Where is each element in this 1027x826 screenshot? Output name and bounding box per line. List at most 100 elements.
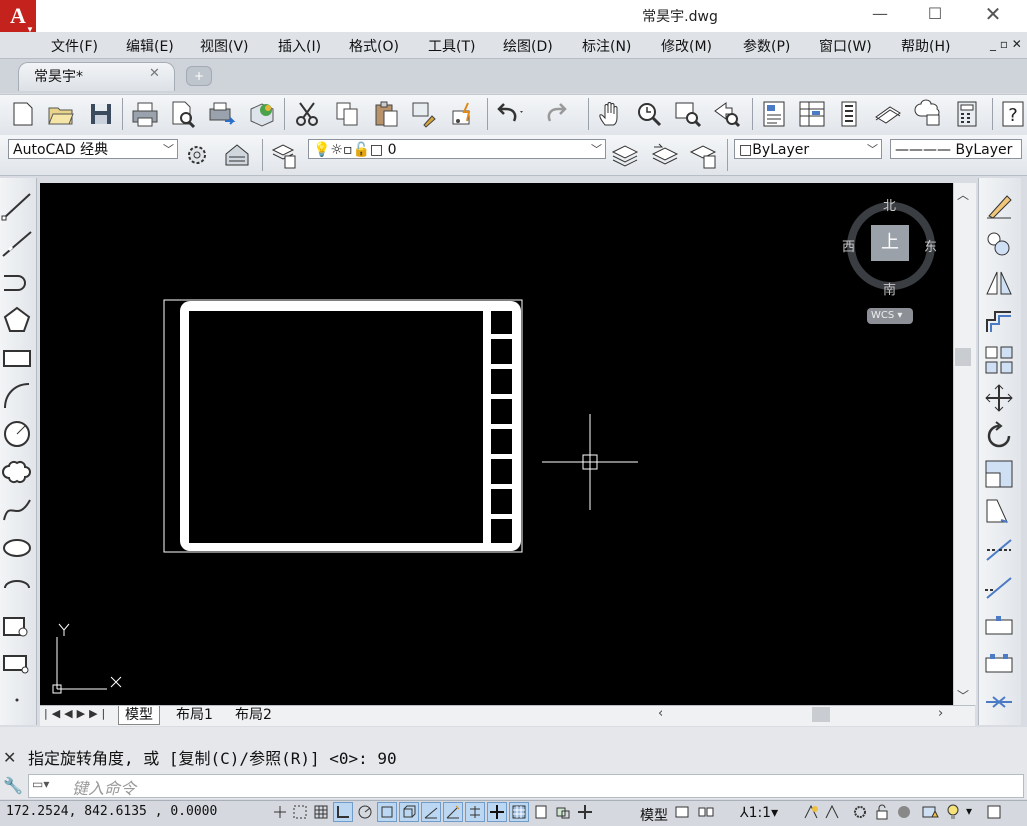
- make-block-tool[interactable]: [1, 646, 33, 678]
- close-button[interactable]: ✕: [968, 0, 1018, 30]
- command-input[interactable]: [28, 774, 1024, 798]
- quick-properties-toggle[interactable]: [531, 802, 551, 822]
- join-tool[interactable]: [983, 686, 1015, 718]
- publish-button[interactable]: [207, 99, 237, 129]
- layer-state-button[interactable]: [688, 140, 718, 170]
- 3d-dwf-button[interactable]: [247, 99, 277, 129]
- compass-west[interactable]: 西: [842, 236, 855, 255]
- menu-parameter[interactable]: 参数(P): [743, 36, 790, 56]
- grid-toggle[interactable]: [311, 802, 331, 822]
- ellipse-tool[interactable]: [1, 532, 33, 564]
- snap-mode-toggle[interactable]: [290, 802, 310, 822]
- scale-tool[interactable]: [983, 458, 1015, 490]
- horizontal-scroll-thumb[interactable]: [812, 707, 830, 722]
- menu-modify[interactable]: 修改(M): [661, 36, 712, 56]
- menu-draw[interactable]: 绘图(D): [503, 36, 553, 56]
- trim-tool[interactable]: [983, 534, 1015, 566]
- compass-north[interactable]: 北: [883, 195, 896, 214]
- annotation-monitor-toggle[interactable]: [575, 802, 595, 822]
- move-tool[interactable]: [983, 382, 1015, 414]
- 3d-osnap-toggle[interactable]: [399, 802, 419, 822]
- line-tool[interactable]: [1, 190, 33, 222]
- hardware-acceleration-button[interactable]: [894, 802, 914, 822]
- ucs-menu-button[interactable]: WCS ▾: [867, 308, 913, 324]
- clean-screen-button[interactable]: [984, 802, 1004, 822]
- break-tool[interactable]: [983, 648, 1015, 680]
- rectangle-tool[interactable]: [1, 342, 33, 374]
- dynamic-input-toggle[interactable]: [465, 802, 485, 822]
- application-menu-button[interactable]: A ▼: [0, 0, 36, 34]
- toolbar-lock-button[interactable]: [872, 802, 892, 822]
- layer-previous-button[interactable]: [650, 140, 680, 170]
- new-tab-button[interactable]: +: [186, 66, 212, 86]
- rotate-tool[interactable]: [983, 420, 1015, 452]
- match-properties-button[interactable]: [410, 99, 440, 129]
- scroll-thumb[interactable]: [955, 348, 971, 366]
- annotation-scale[interactable]: ⅄1:1▾: [740, 805, 778, 821]
- drawing-canvas[interactable]: [40, 183, 953, 705]
- model-space-button[interactable]: 模型: [640, 805, 668, 825]
- polygon-tool[interactable]: [1, 304, 33, 336]
- workspace-settings-button[interactable]: [182, 140, 212, 170]
- workspace-dropdown[interactable]: AutoCAD 经典 ﹀: [8, 139, 178, 159]
- tab-model[interactable]: 模型: [118, 706, 160, 725]
- copy-object-tool[interactable]: [983, 228, 1015, 260]
- workspace-switching-button[interactable]: [850, 802, 870, 822]
- pan-button[interactable]: [596, 99, 626, 129]
- close-command-icon[interactable]: ✕: [3, 748, 16, 767]
- menu-help[interactable]: 帮助(H): [901, 36, 950, 56]
- tool-palettes-button[interactable]: [836, 99, 866, 129]
- vertical-scrollbar[interactable]: [953, 183, 976, 705]
- quick-view-layouts-button[interactable]: [672, 802, 692, 822]
- isolate-objects-button[interactable]: [920, 802, 940, 822]
- document-window-controls[interactable]: _ ▫ ✕: [990, 37, 1022, 51]
- selection-cycling-toggle[interactable]: [553, 802, 573, 822]
- otrack-toggle[interactable]: [421, 802, 441, 822]
- scroll-right-icon[interactable]: ›: [938, 706, 943, 721]
- file-tab-close-icon[interactable]: ✕: [149, 66, 160, 81]
- tab-layout1[interactable]: 布局1: [170, 706, 219, 724]
- quickcalc-button[interactable]: [952, 99, 982, 129]
- quick-view-drawings-button[interactable]: [696, 802, 716, 822]
- polar-toggle[interactable]: [355, 802, 375, 822]
- offset-tool[interactable]: [983, 306, 1015, 338]
- block-editor-button[interactable]: [450, 99, 480, 129]
- scroll-up-icon[interactable]: ︿: [957, 186, 969, 203]
- scroll-down-icon[interactable]: ﹀: [957, 687, 969, 704]
- compass-south[interactable]: 南: [883, 279, 896, 298]
- menu-window[interactable]: 窗口(W): [819, 36, 872, 56]
- insert-block-tool[interactable]: [1, 608, 33, 640]
- markup-set-button[interactable]: [913, 99, 943, 129]
- menu-edit[interactable]: 编辑(E): [126, 36, 174, 56]
- new-file-button[interactable]: [8, 99, 38, 129]
- zoom-previous-button[interactable]: [712, 99, 742, 129]
- help-button[interactable]: ?: [998, 99, 1027, 129]
- polyline-tool[interactable]: [1, 266, 33, 298]
- compass-east[interactable]: 东: [924, 236, 937, 255]
- linetype-dropdown[interactable]: ———— ByLayer: [890, 139, 1022, 159]
- spline-tool[interactable]: [1, 494, 33, 526]
- plot-preview-button[interactable]: [168, 99, 198, 129]
- revision-cloud-tool[interactable]: [1, 456, 33, 488]
- menu-file[interactable]: 文件(F): [51, 36, 98, 56]
- ellipse-arc-tool[interactable]: [1, 570, 33, 602]
- save-button[interactable]: [86, 99, 116, 129]
- cut-button[interactable]: [292, 99, 322, 129]
- ducs-toggle[interactable]: [443, 802, 463, 822]
- object-snap-toggle[interactable]: [377, 802, 397, 822]
- status-menu-icon[interactable]: ▾: [966, 804, 972, 818]
- maximize-button[interactable]: ☐: [910, 0, 960, 30]
- menu-dimension[interactable]: 标注(N): [582, 36, 631, 56]
- layer-properties-button[interactable]: [270, 140, 300, 170]
- zoom-realtime-button[interactable]: [634, 99, 664, 129]
- scroll-left-icon[interactable]: ‹: [658, 706, 663, 721]
- menu-tools[interactable]: 工具(T): [428, 36, 475, 56]
- menu-format[interactable]: 格式(O): [349, 36, 399, 56]
- wrench-icon[interactable]: 🔧: [3, 776, 23, 795]
- infer-constraints-toggle[interactable]: [270, 802, 290, 822]
- lineweight-toggle[interactable]: [487, 802, 507, 822]
- command-prompt-icon[interactable]: ▭▾: [32, 777, 49, 791]
- viewcube-top-face[interactable]: 上: [871, 225, 909, 261]
- circle-tool[interactable]: [1, 418, 33, 450]
- coordinate-readout[interactable]: 172.2524, 842.6135 , 0.0000: [6, 804, 217, 819]
